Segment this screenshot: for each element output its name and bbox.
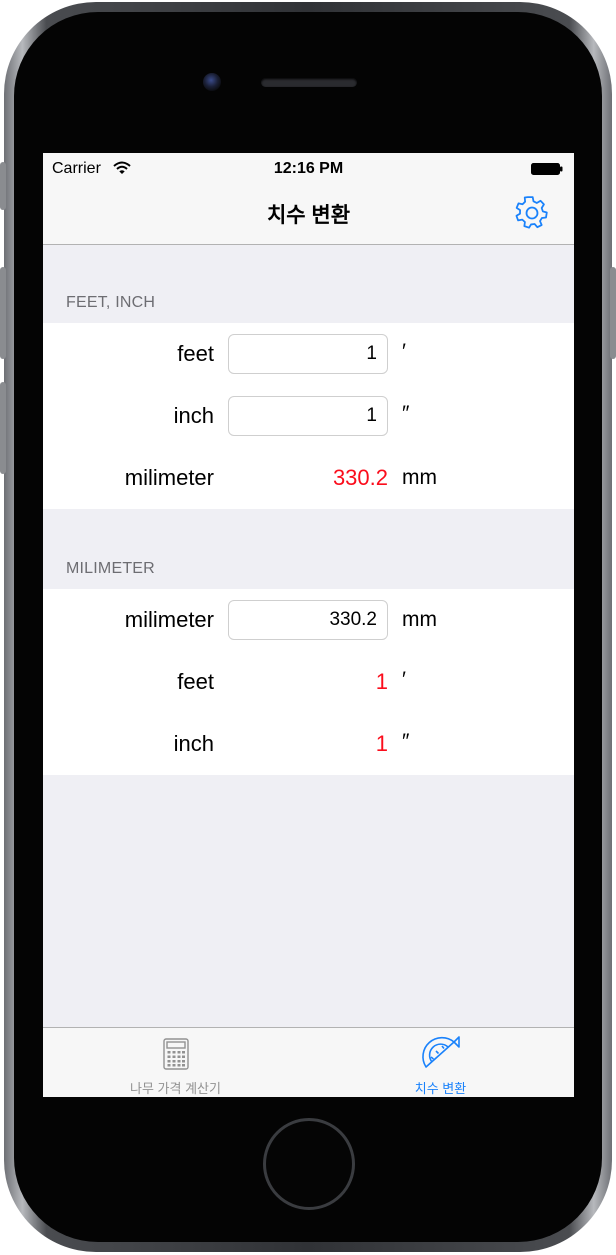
milimeter-unit: mm	[402, 608, 437, 631]
gear-icon	[515, 196, 548, 229]
status-time: 12:16 PM	[273, 160, 344, 177]
inch-result-unit: ″	[402, 730, 410, 753]
feet-result-unit: ′	[402, 668, 406, 691]
feet-result-label: feet	[177, 669, 214, 694]
inch-unit: ″	[402, 402, 410, 425]
power-button	[610, 267, 616, 359]
tab-size-conversion[interactable]: 치수 변환	[308, 1028, 573, 1097]
volume-up-button	[0, 267, 6, 359]
milimeter-result-value: 330.2	[332, 465, 388, 490]
tab-wood-price-calculator[interactable]: 나무 가격 계산기	[43, 1028, 308, 1097]
milimeter-result-unit: mm	[402, 466, 437, 489]
inch-result-label: inch	[173, 731, 214, 756]
milimeter-result-label: milimeter	[124, 465, 214, 490]
tab-label-calculator: 나무 가격 계산기	[130, 1081, 221, 1096]
section-header-feet-inch: FEET, INCH	[66, 294, 156, 311]
app-screen: Carrier 12:16 PM 치수 변환 FEET, INCH feet ′…	[43, 153, 574, 1097]
section-milimeter: milimeter mm feet 1 ′ inch 1 ″	[43, 589, 574, 775]
feet-label: feet	[177, 341, 214, 366]
section-feet-inch: feet ′ inch ″ milimeter 330.2 mm	[43, 323, 574, 509]
settings-button[interactable]	[515, 196, 549, 230]
mute-switch	[0, 162, 6, 210]
tab-label-size-conversion: 치수 변환	[414, 1081, 467, 1096]
calculator-icon	[162, 1038, 189, 1070]
home-button[interactable]	[263, 1118, 355, 1210]
feet-input[interactable]	[228, 334, 388, 374]
tab-bar: 나무 가격 계산기 치수 변환	[43, 1027, 574, 1097]
feet-unit: ′	[402, 340, 406, 363]
page-title: 치수 변환	[266, 204, 351, 227]
section-header-milimeter: MILIMETER	[66, 560, 155, 577]
protractor-icon	[421, 1036, 460, 1068]
milimeter-input[interactable]	[228, 600, 388, 640]
inch-result-value: 1	[375, 731, 388, 756]
feet-result-value: 1	[375, 669, 388, 694]
front-camera	[203, 73, 221, 91]
inch-input[interactable]	[228, 396, 388, 436]
volume-down-button	[0, 382, 6, 474]
navigation-bar: Carrier 12:16 PM 치수 변환	[43, 153, 574, 245]
milimeter-label: milimeter	[124, 607, 214, 632]
battery-icon	[531, 163, 563, 175]
inch-label: inch	[173, 403, 214, 428]
earpiece-speaker	[261, 78, 357, 87]
